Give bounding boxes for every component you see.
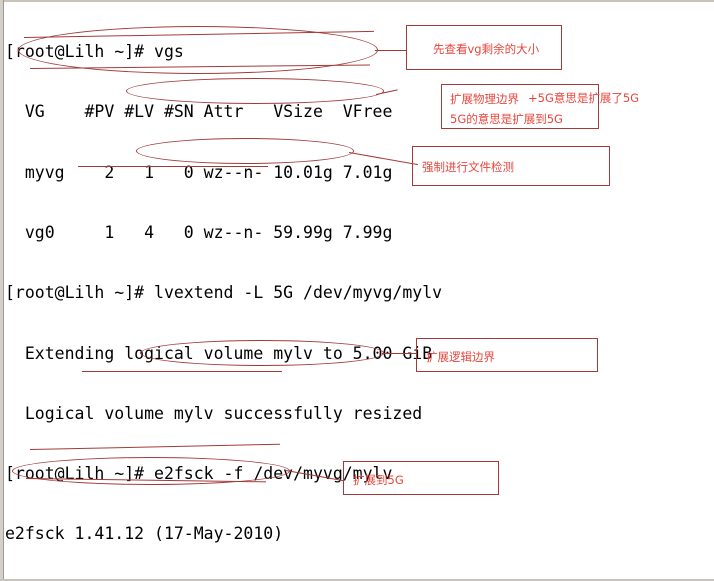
terminal-line-resized-ok: Logical volume mylv successfully resized — [5, 403, 423, 423]
terminal-line-command-e2fsck: [root@Lilh ~]# e2fsck -f /dev/myvg/mylv — [5, 464, 393, 484]
terminal-output[interactable]: [root@Lilh ~]# vgs VG #PV #LV #SN Attr V… — [5, 2, 714, 579]
terminal-line-command-vgs: [root@Lilh ~]# vgs — [5, 42, 184, 62]
terminal-line-vgs-row-myvg: myvg 2 1 0 wz--n- 10.01g 7.01g — [5, 162, 393, 182]
terminal-line-vgs-header: VG #PV #LV #SN Attr VSize VFree — [5, 102, 393, 122]
window-left-edge — [0, 0, 4, 581]
terminal-line-vgs-row-vg0: vg0 1 4 0 wz--n- 59.99g 7.99g — [5, 223, 393, 243]
terminal-line-command-lvextend: [root@Lilh ~]# lvextend -L 5G /dev/myvg/… — [5, 283, 443, 303]
terminal-line-extending-volume: Extending logical volume mylv to 5.00 Gi… — [5, 343, 433, 363]
terminal-line-e2fsck-version: e2fsck 1.41.12 (17-May-2010) — [5, 524, 284, 544]
terminal-screenshot: [root@Lilh ~]# vgs VG #PV #LV #SN Attr V… — [0, 0, 714, 581]
